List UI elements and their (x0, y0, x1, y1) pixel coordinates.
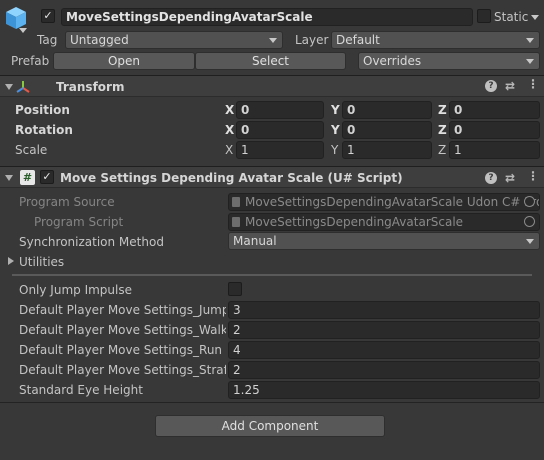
add-component-button[interactable]: Add Component (155, 415, 385, 437)
strafe-speed-label: Default Player Move Settings_Strafe (19, 363, 226, 377)
prefab-overrides-dropdown[interactable]: Overrides (358, 52, 540, 70)
position-label: Position (15, 103, 70, 117)
script-component-title: Move Settings Depending Avatar Scale (U#… (60, 171, 403, 185)
scale-label: Scale (15, 143, 48, 157)
static-dropdown-arrow[interactable] (531, 15, 539, 20)
position-z-field[interactable]: 0 (449, 101, 540, 119)
prefab-select-button[interactable]: Select (195, 52, 346, 70)
chevron-down-icon (269, 38, 277, 43)
tag-value: Untagged (70, 33, 129, 47)
scale-x-field[interactable]: 1 (236, 141, 324, 159)
prefab-open-button[interactable]: Open (53, 52, 195, 70)
help-icon[interactable]: ? (485, 172, 497, 184)
scale-y-field[interactable]: 1 (342, 141, 432, 159)
foldout-arrow-icon[interactable] (5, 84, 13, 90)
utilities-foldout-label[interactable]: Utilities (19, 254, 64, 270)
foldout-arrow-icon[interactable] (5, 175, 13, 181)
position-x-axis-label[interactable]: X (225, 102, 234, 118)
walk-speed-label: Default Player Move Settings_Walk S (19, 323, 226, 337)
strafe-speed-field[interactable]: 2 (228, 361, 540, 379)
component-list-divider (0, 402, 544, 403)
csharp-script-icon: # (20, 170, 35, 185)
sync-method-dropdown[interactable]: Manual (228, 232, 540, 250)
program-source-value: MoveSettingsDependingAvatarScale Udon C#… (245, 195, 540, 209)
jump-impulse-label: Default Player Move Settings_Jump I (19, 303, 226, 317)
chevron-down-icon (526, 239, 534, 244)
static-label: Static (494, 10, 529, 24)
section-divider (12, 274, 532, 276)
rotation-z-field[interactable]: 0 (449, 121, 540, 139)
rotation-x-axis-label[interactable]: X (225, 122, 234, 138)
program-source-label: Program Source (19, 195, 115, 209)
rotation-z-axis-label[interactable]: Z (438, 122, 447, 138)
scale-z-field[interactable]: 1 (449, 141, 540, 159)
gameobject-name-field[interactable]: MoveSettingsDependingAvatarScale (61, 8, 473, 26)
sync-method-label: Synchronization Method (19, 235, 164, 249)
gameobject-icon-dropdown-arrow[interactable] (19, 28, 27, 33)
layer-value: Default (336, 33, 380, 47)
program-script-field[interactable]: MoveSettingsDependingAvatarScale (228, 213, 540, 231)
transform-header[interactable]: Transform ? ⇄ ⋮ (0, 75, 544, 97)
scale-y-axis-label[interactable]: Y (331, 142, 338, 158)
object-picker-icon[interactable] (524, 196, 535, 207)
chevron-down-icon (526, 38, 534, 43)
scale-z-axis-label[interactable]: Z (438, 142, 446, 158)
object-picker-icon[interactable] (524, 216, 535, 227)
layer-label: Layer (295, 33, 329, 47)
component-enabled-checkbox[interactable]: ✓ (40, 170, 54, 184)
eye-height-field[interactable]: 1.25 (228, 381, 540, 399)
run-speed-label: Default Player Move Settings_Run Sp (19, 343, 226, 357)
rotation-y-axis-label[interactable]: Y (331, 122, 340, 138)
eye-height-label: Standard Eye Height (19, 383, 143, 397)
csharp-file-icon (232, 217, 240, 227)
program-source-field[interactable]: MoveSettingsDependingAvatarScale Udon C#… (228, 193, 540, 211)
context-menu-icon[interactable]: ⋮ (527, 169, 539, 183)
utilities-foldout-icon[interactable] (8, 257, 14, 265)
only-jump-impulse-label: Only Jump Impulse (19, 283, 132, 297)
script-component-header[interactable]: # ✓ Move Settings Depending Avatar Scale… (0, 166, 544, 188)
program-script-label: Program Script (34, 215, 124, 229)
walk-speed-field[interactable]: 2 (228, 321, 540, 339)
overrides-value: Overrides (363, 54, 422, 68)
rotation-label: Rotation (15, 123, 73, 137)
position-x-field[interactable]: 0 (236, 101, 324, 119)
sync-method-value: Manual (233, 234, 277, 248)
preset-icon[interactable]: ⇄ (505, 171, 515, 185)
rotation-y-field[interactable]: 0 (342, 121, 432, 139)
position-z-axis-label[interactable]: Z (438, 102, 447, 118)
tag-label: Tag (37, 33, 58, 47)
help-icon[interactable]: ? (485, 80, 497, 92)
udon-asset-icon (232, 197, 240, 207)
scale-x-axis-label[interactable]: X (225, 142, 233, 158)
active-checkbox[interactable]: ✓ (41, 9, 55, 23)
position-y-field[interactable]: 0 (342, 101, 432, 119)
rotation-x-field[interactable]: 0 (236, 121, 324, 139)
preset-icon[interactable]: ⇄ (505, 79, 515, 93)
position-y-axis-label[interactable]: Y (331, 102, 340, 118)
tag-dropdown[interactable]: Untagged (65, 31, 283, 49)
static-checkbox[interactable] (477, 9, 491, 23)
jump-impulse-field[interactable]: 3 (228, 301, 540, 319)
run-speed-field[interactable]: 4 (228, 341, 540, 359)
context-menu-icon[interactable]: ⋮ (527, 77, 539, 91)
only-jump-impulse-checkbox[interactable] (228, 282, 242, 296)
chevron-down-icon (526, 59, 534, 64)
prefab-label: Prefab (11, 54, 50, 68)
transform-icon (15, 79, 31, 95)
program-script-value: MoveSettingsDependingAvatarScale (245, 215, 464, 229)
layer-dropdown[interactable]: Default (331, 31, 540, 49)
transform-title: Transform (56, 80, 125, 94)
